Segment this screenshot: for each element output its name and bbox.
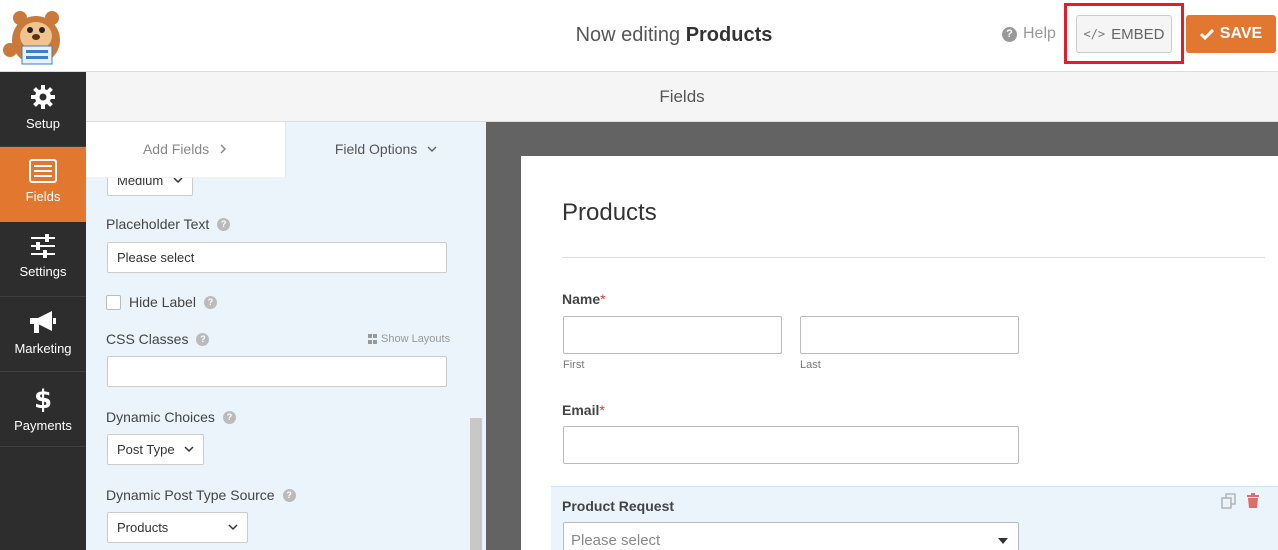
fields-list-icon — [29, 159, 57, 183]
product-select-placeholder: Please select — [571, 532, 661, 549]
nav-item-marketing[interactable]: Marketing — [0, 297, 86, 372]
required-mark: * — [600, 291, 606, 307]
panel-scrollbar[interactable] — [470, 418, 482, 550]
show-layouts-link[interactable]: Show Layouts — [368, 333, 450, 345]
last-sublabel: Last — [800, 359, 821, 371]
nav-item-fields[interactable]: Fields — [0, 147, 86, 222]
left-nav: Setup Fields Settings Marketing $ Paymen… — [0, 72, 86, 550]
field-size-select[interactable]: Medium — [107, 178, 193, 196]
first-sublabel: First — [563, 359, 585, 371]
save-button[interactable]: SAVE — [1186, 15, 1276, 53]
nav-item-payments[interactable]: $ Payments — [0, 372, 86, 447]
title-prefix: Now editing — [575, 24, 681, 46]
help-icon[interactable]: ? — [217, 217, 231, 231]
dynamic-choices-select[interactable]: Post Type — [107, 434, 204, 465]
top-bar: Now editing Products ? Help </> EMBED SA… — [0, 0, 1278, 72]
css-classes-label-text: CSS Classes — [106, 331, 189, 347]
embed-button[interactable]: </> EMBED — [1076, 15, 1172, 53]
email-field-label: Email* — [562, 402, 605, 418]
dynamic-source-value: Products — [117, 520, 169, 535]
tab-add-fields[interactable]: Add Fields — [86, 122, 286, 177]
help-icon: ? — [1002, 26, 1017, 42]
gear-icon — [31, 85, 55, 109]
placeholder-text-label: Placeholder Text ? — [106, 216, 231, 232]
name-field-label: Name* — [562, 291, 606, 307]
chevron-right-icon — [220, 144, 227, 154]
sliders-icon — [31, 234, 55, 258]
required-mark: * — [599, 402, 605, 418]
chevron-down-icon — [228, 524, 238, 531]
title-divider — [562, 257, 1265, 258]
help-icon[interactable]: ? — [282, 488, 296, 502]
show-layouts-label: Show Layouts — [381, 333, 451, 345]
nav-item-settings[interactable]: Settings — [0, 222, 86, 297]
product-request-select[interactable]: Please select — [563, 522, 1019, 550]
dynamic-choices-value: Post Type — [117, 442, 175, 457]
nav-label: Setup — [26, 116, 60, 131]
hide-label-checkbox[interactable] — [106, 294, 121, 310]
tab-field-options[interactable]: Field Options — [286, 122, 486, 177]
save-label: SAVE — [1219, 25, 1263, 42]
svg-text:$: $ — [34, 385, 52, 412]
dynamic-source-label: Dynamic Post Type Source ? — [106, 487, 296, 503]
help-link[interactable]: ? Help — [1002, 25, 1056, 43]
tab-field-options-label: Field Options — [334, 141, 418, 157]
nav-item-setup[interactable]: Setup — [0, 72, 86, 147]
dynamic-choices-label-text: Dynamic Choices — [106, 409, 215, 425]
fields-header: Fields — [86, 72, 1278, 122]
product-request-label: Product Request — [562, 498, 675, 514]
last-name-input[interactable] — [800, 316, 1019, 354]
dynamic-source-label-text: Dynamic Post Type Source — [106, 487, 275, 503]
hide-label-text: Hide Label — [129, 294, 196, 310]
megaphone-icon — [30, 311, 56, 333]
options-scroll-area[interactable]: Medium Placeholder Text ? Please select … — [86, 178, 486, 550]
dynamic-source-select[interactable]: Products — [107, 512, 248, 543]
trash-icon[interactable] — [1246, 493, 1260, 509]
placeholder-text-input[interactable]: Please select — [107, 242, 447, 273]
first-name-input[interactable] — [563, 316, 782, 354]
panel-tabs: Add Fields Field Options — [86, 122, 486, 177]
placeholder-text-label-text: Placeholder Text — [106, 216, 210, 232]
nav-label: Settings — [19, 264, 67, 279]
css-classes-input[interactable] — [107, 356, 447, 387]
css-classes-label: CSS Classes ? — [106, 331, 210, 347]
field-size-value: Medium — [117, 178, 164, 188]
field-actions — [1221, 493, 1260, 509]
check-icon — [1199, 28, 1214, 40]
help-icon[interactable]: ? — [222, 410, 236, 424]
chevron-down-icon — [173, 178, 183, 184]
chevron-down-icon — [184, 446, 194, 453]
duplicate-icon[interactable] — [1221, 493, 1237, 509]
dollar-icon: $ — [34, 385, 52, 412]
email-input[interactable] — [563, 426, 1019, 464]
code-icon: </> — [1083, 27, 1106, 41]
embed-label: EMBED — [1111, 25, 1165, 43]
help-label: Help — [1023, 25, 1056, 42]
name-label-text: Name — [562, 291, 601, 307]
form-preview-title: Products — [562, 199, 657, 226]
nav-label: Fields — [25, 189, 61, 204]
grid-icon — [368, 334, 378, 344]
field-options-panel: Add Fields Field Options Medium Placehol… — [86, 122, 486, 550]
chevron-down-icon — [427, 146, 437, 153]
nav-label: Marketing — [14, 341, 72, 356]
nav-label: Payments — [14, 418, 72, 433]
email-label-text: Email — [562, 402, 600, 418]
help-icon[interactable]: ? — [196, 332, 210, 346]
help-icon[interactable]: ? — [203, 295, 217, 309]
hide-label-option[interactable]: Hide Label ? — [106, 294, 217, 310]
tab-add-fields-label: Add Fields — [142, 141, 210, 157]
form-name: Products — [685, 24, 773, 46]
caret-down-icon — [998, 538, 1008, 544]
dynamic-choices-label: Dynamic Choices ? — [106, 409, 236, 425]
